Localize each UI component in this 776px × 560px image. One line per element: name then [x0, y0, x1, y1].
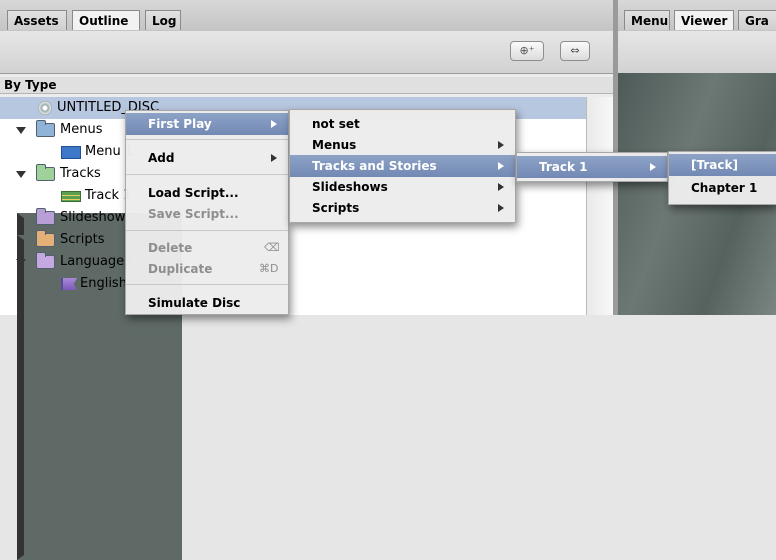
- tree-row-languages[interactable]: Languages: [0, 251, 586, 273]
- fit-button[interactable]: ⇔: [560, 41, 590, 61]
- tab-outline[interactable]: Outline: [72, 10, 140, 30]
- menu-item-scripts[interactable]: Scripts: [290, 197, 515, 219]
- folder-icon: [36, 230, 55, 247]
- tracks-submenu: Track 1: [516, 152, 668, 182]
- disc-icon: [38, 101, 52, 115]
- disclosure-expanded-icon[interactable]: [16, 259, 26, 266]
- section-header: By Type: [0, 77, 613, 94]
- delete-shortcut: ⌫: [264, 241, 280, 254]
- track-icon: [61, 191, 81, 202]
- right-tab-bar: Menu Viewer Gra: [618, 0, 776, 32]
- left-tab-bar: Assets Outline Log: [0, 0, 613, 32]
- tab-assets[interactable]: Assets: [7, 10, 67, 30]
- menu-icon: [61, 146, 81, 159]
- menu-separator: [126, 284, 288, 285]
- tree-label: English: [80, 276, 127, 291]
- add-item-button[interactable]: ⊕⁺: [510, 41, 544, 61]
- tree-label: Slideshows: [60, 210, 133, 225]
- submenu-arrow-icon: [498, 141, 504, 149]
- submenu-arrow-icon: [498, 204, 504, 212]
- menu-item-menus[interactable]: Menus: [290, 134, 515, 156]
- tab-menu[interactable]: Menu: [624, 10, 670, 30]
- menu-item-load-script[interactable]: Load Script...: [126, 182, 288, 204]
- menu-item-label: Add: [148, 151, 175, 165]
- menu-separator: [126, 174, 288, 175]
- tree-row-english[interactable]: English: [0, 273, 586, 295]
- folder-icon: [36, 252, 55, 269]
- menu-item-track-marker[interactable]: [Track]: [669, 154, 776, 176]
- menu-item-label: First Play: [148, 117, 212, 131]
- menu-item-first-play[interactable]: First Play: [126, 113, 288, 135]
- menu-item-slideshows[interactable]: Slideshows: [290, 176, 515, 198]
- menu-item-label: Scripts: [312, 201, 360, 215]
- disclosure-expanded-icon[interactable]: [16, 171, 26, 178]
- menu-item-label: Slideshows: [312, 180, 388, 194]
- tree-label: Menus: [60, 122, 103, 137]
- menu-item-add[interactable]: Add: [126, 147, 288, 169]
- menu-item-not-set[interactable]: not set: [290, 113, 515, 135]
- menu-item-track-1[interactable]: Track 1: [517, 156, 667, 178]
- disclosure-expanded-icon[interactable]: [16, 127, 26, 134]
- tab-viewer[interactable]: Viewer: [674, 10, 734, 30]
- outline-toolbar: ⊕⁺ ⇔: [0, 31, 613, 74]
- tree-label: Languages: [60, 254, 131, 269]
- menu-item-simulate-disc[interactable]: Simulate Disc: [126, 292, 288, 314]
- menu-item-label: Track 1: [539, 160, 588, 174]
- menu-item-label: Tracks and Stories: [312, 159, 437, 173]
- menu-item-chapter-1[interactable]: Chapter 1: [669, 177, 776, 199]
- menu-item-label: Menus: [312, 138, 357, 152]
- submenu-arrow-icon: [271, 120, 277, 128]
- folder-icon: [36, 208, 55, 225]
- menu-item-tracks-and-stories[interactable]: Tracks and Stories: [290, 155, 515, 177]
- menu-item-label: Delete: [148, 241, 193, 255]
- duplicate-shortcut: ⌘D: [259, 262, 279, 275]
- context-menu: First Play Add Load Script... Save Scrip…: [125, 110, 289, 315]
- tree-label: Scripts: [60, 232, 105, 247]
- submenu-arrow-icon: [498, 183, 504, 191]
- menu-item-label: Duplicate: [148, 262, 213, 276]
- language-icon: [61, 278, 77, 290]
- menu-item-save-script[interactable]: Save Script...: [126, 203, 288, 225]
- first-play-submenu: not set Menus Tracks and Stories Slidesh…: [289, 109, 516, 223]
- menu-separator: [126, 139, 288, 140]
- viewer-toolbar: [618, 31, 776, 74]
- folder-icon: [36, 120, 55, 137]
- tree-label: Tracks: [60, 166, 101, 181]
- track1-submenu: [Track] Chapter 1: [668, 151, 776, 205]
- submenu-arrow-icon: [498, 162, 504, 170]
- submenu-arrow-icon: [650, 163, 656, 171]
- tab-log[interactable]: Log: [145, 10, 181, 30]
- menu-item-delete[interactable]: Delete ⌫: [126, 237, 288, 259]
- tab-graphical[interactable]: Gra: [738, 10, 776, 30]
- menu-item-duplicate[interactable]: Duplicate ⌘D: [126, 258, 288, 280]
- vertical-scrollbar[interactable]: [586, 97, 614, 315]
- tree-row-scripts[interactable]: Scripts: [0, 229, 586, 560]
- folder-icon: [36, 164, 55, 181]
- submenu-arrow-icon: [271, 154, 277, 162]
- menu-separator: [126, 230, 288, 231]
